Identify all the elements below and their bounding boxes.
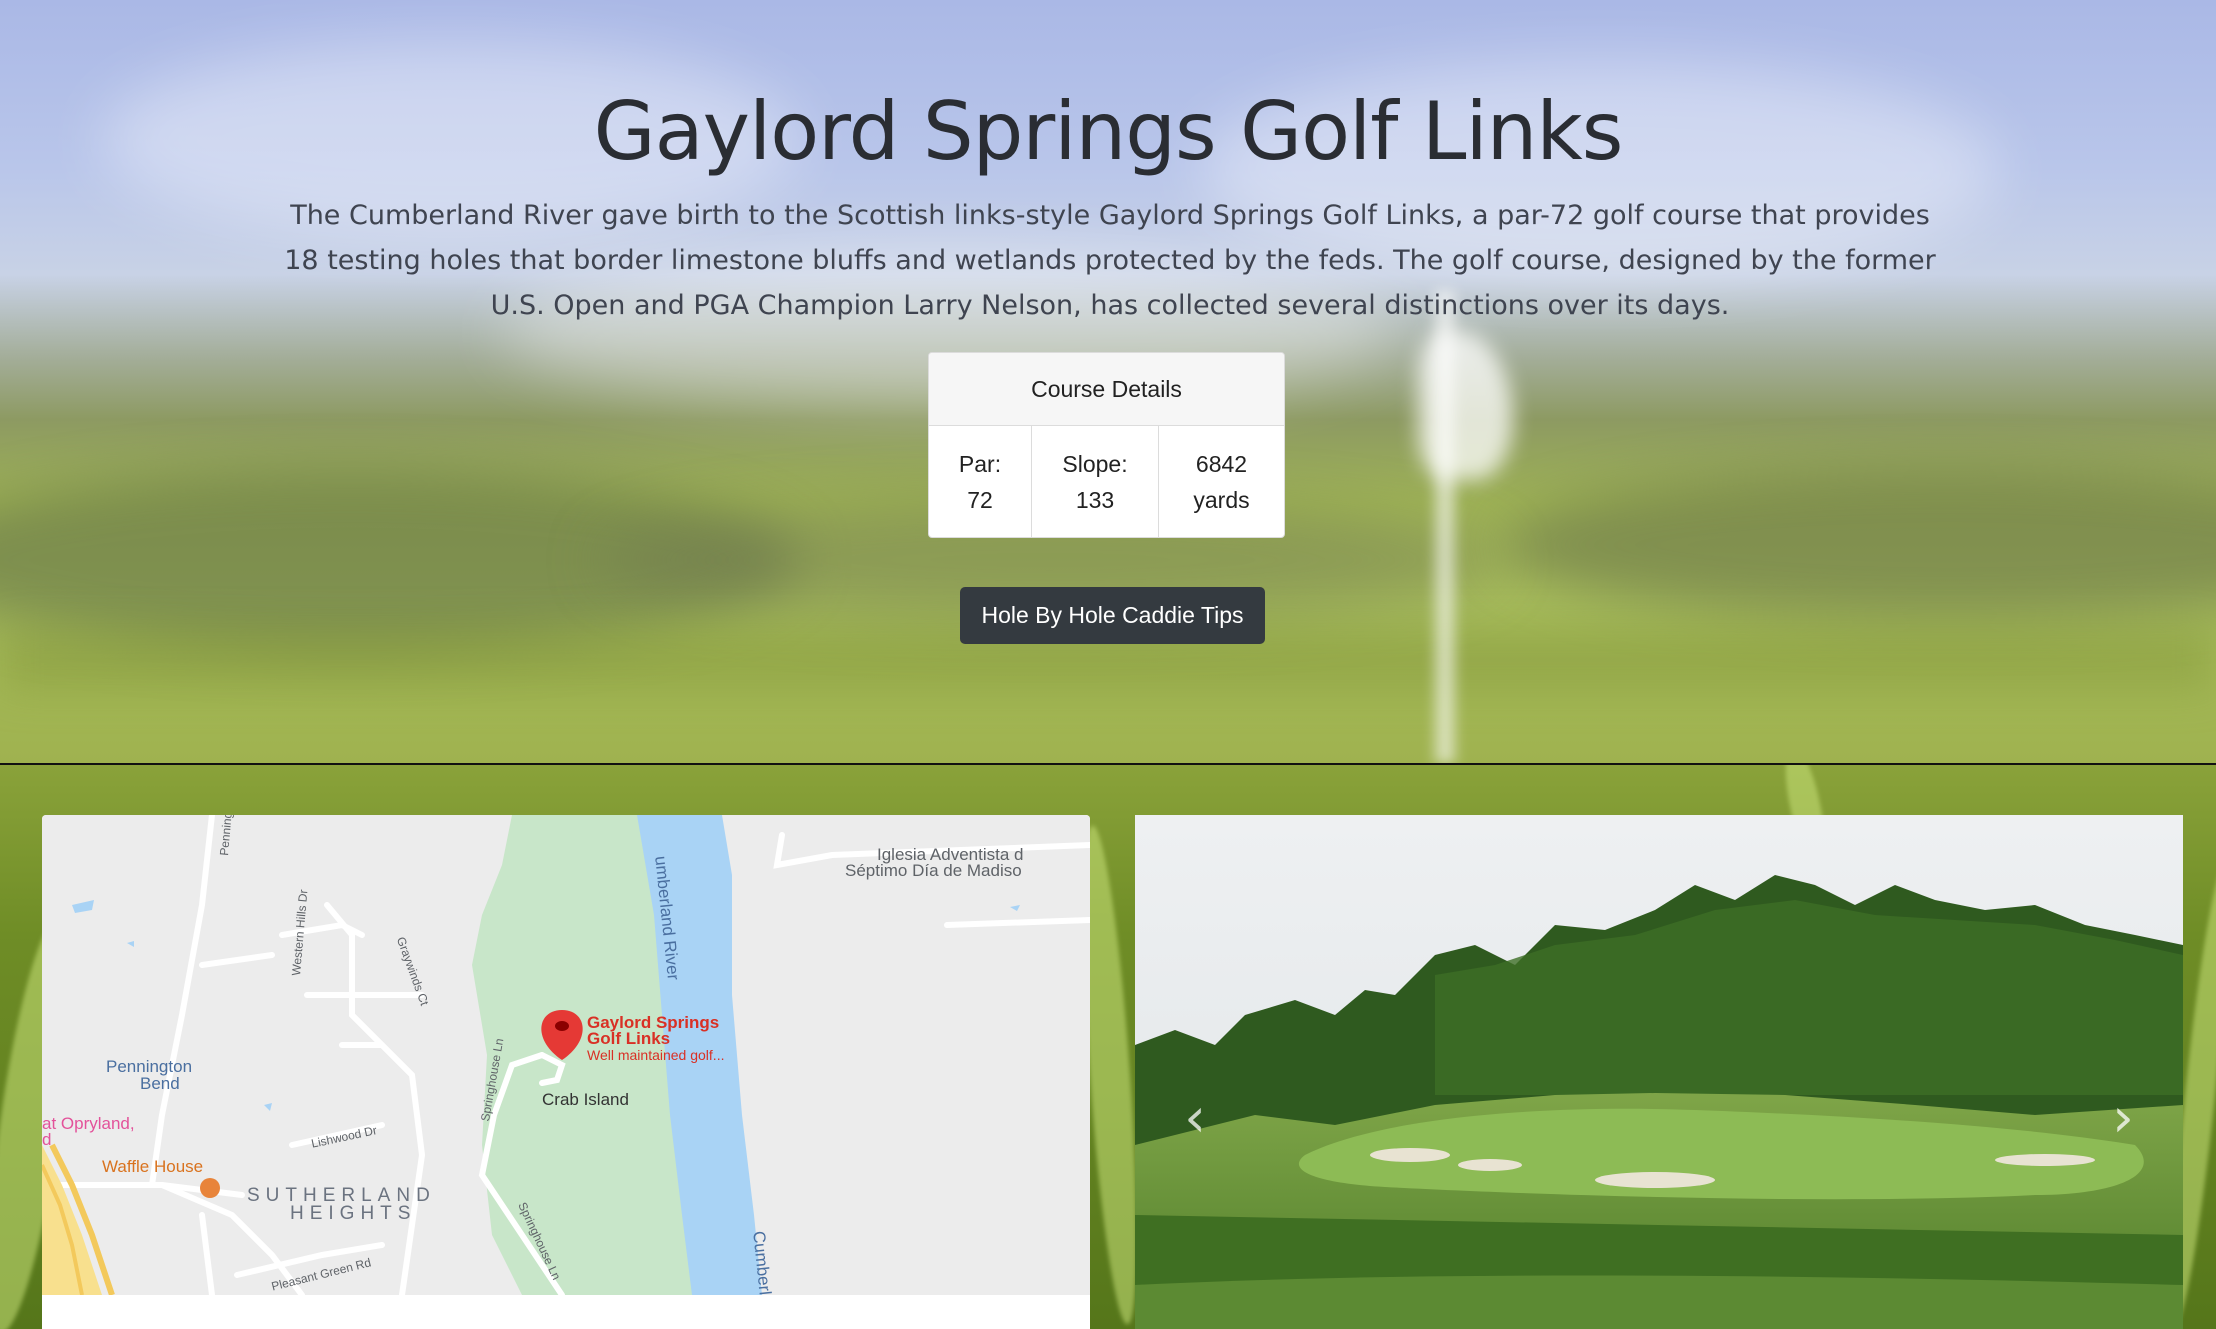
course-photo-graphic <box>1135 815 2183 1329</box>
course-details-card: Course Details Par: 72 Slope: 133 6842 y… <box>928 352 1285 538</box>
map-label-church-2: Séptimo Día de Madiso <box>845 861 1022 880</box>
map-label-sutherland-2: HEIGHTS <box>290 1203 417 1224</box>
yards-value: 6842 <box>1195 451 1248 477</box>
flag-decoration <box>1418 330 1513 480</box>
map-pin-subtitle: Well maintained golf... <box>587 1047 725 1063</box>
map-pin-title-2[interactable]: Golf Links <box>587 1030 670 1047</box>
par-cell: Par: 72 <box>929 426 1032 537</box>
slope-value: 133 <box>1075 487 1115 513</box>
course-description: The Cumberland River gave birth to the S… <box>284 200 1936 321</box>
carousel-next-button[interactable]: › <box>2093 1077 2153 1157</box>
map-label-opryland-2: d <box>42 1130 52 1149</box>
chevron-right-icon: › <box>2112 1085 2134 1149</box>
location-map[interactable]: Iglesia Adventista d Séptimo Día de Madi… <box>42 815 1090 1295</box>
par-label: Par: <box>958 451 1002 477</box>
map-label-opryland-1: at Opryland, <box>42 1114 135 1133</box>
map-label-crab-island: Crab Island <box>542 1090 629 1109</box>
map-card: Iglesia Adventista d Séptimo Día de Madi… <box>42 815 1090 1329</box>
course-photo-carousel: ‹ › <box>1135 815 2183 1329</box>
page-title: Gaylord Springs Golf Links <box>593 85 1624 178</box>
par-value: 72 <box>967 487 993 513</box>
hero-section: Gaylord Springs Golf Links The Cumberlan… <box>0 0 2216 763</box>
slope-label: Slope: <box>1062 451 1128 477</box>
hill-decoration <box>1500 470 2216 620</box>
course-details-header: Course Details <box>929 353 1284 426</box>
carousel-prev-button[interactable]: ‹ <box>1165 1077 1225 1157</box>
yards-cell: 6842 yards <box>1159 426 1284 537</box>
caddie-tips-button[interactable]: Hole By Hole Caddie Tips <box>960 587 1265 644</box>
yards-label: yards <box>1193 487 1250 513</box>
course-details-row: Par: 72 Slope: 133 6842 yards <box>929 426 1284 537</box>
map-label-waffle-house[interactable]: Waffle House <box>102 1157 203 1177</box>
map-label-pennington-bend-2: Bend <box>140 1074 180 1093</box>
map-graphic <box>42 815 1090 1295</box>
slope-cell: Slope: 133 <box>1032 426 1159 537</box>
chevron-left-icon: ‹ <box>1184 1085 1206 1149</box>
course-photo <box>1135 815 2183 1329</box>
